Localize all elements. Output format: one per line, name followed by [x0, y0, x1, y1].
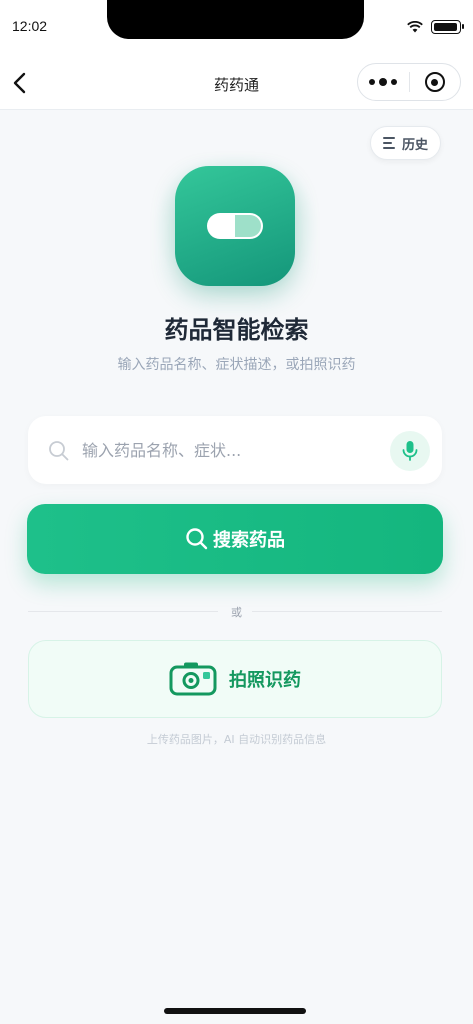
mini-program-capsule — [357, 63, 461, 101]
pill-icon — [207, 213, 263, 239]
home-indicator — [164, 1008, 306, 1014]
divider-text: 或 — [231, 606, 242, 619]
photo-identify-button[interactable]: 拍照识药 — [28, 640, 442, 718]
page-subtitle: 输入药品名称、症状描述，或拍照识药 — [117, 357, 356, 373]
close-icon[interactable] — [409, 64, 460, 100]
page-title: 药品智能检索 — [164, 316, 309, 344]
list-icon — [382, 137, 397, 149]
search-icon — [49, 441, 69, 461]
navigation-bar: 药药通 — [0, 56, 473, 110]
battery-icon — [431, 20, 464, 34]
voice-input-button[interactable] — [390, 431, 430, 471]
history-label: 历史 — [401, 137, 428, 153]
search-button[interactable]: 搜索药品 — [27, 504, 443, 574]
camera-icon — [169, 662, 217, 696]
photo-identify-label: 拍照识药 — [229, 670, 301, 691]
app-logo — [175, 166, 295, 286]
notch — [107, 0, 364, 39]
phone-screen: 12:02 药药通 历史 药品智能检索 输入药品名称、症状描述，或拍照识药 输入… — [0, 0, 473, 1024]
history-button[interactable]: 历史 — [369, 126, 441, 160]
status-icons — [407, 20, 464, 34]
mic-icon — [402, 441, 418, 461]
search-button-label: 搜索药品 — [213, 530, 285, 551]
wifi-icon — [407, 21, 423, 33]
search-box — [28, 416, 442, 484]
status-time: 12:02 — [12, 18, 48, 34]
status-bar: 12:02 — [0, 0, 473, 56]
photo-hint-text: 上传药品图片，AI 自动识别药品信息 — [146, 733, 327, 746]
more-icon[interactable] — [358, 64, 409, 100]
search-icon — [186, 528, 208, 550]
search-input[interactable] — [82, 433, 382, 467]
